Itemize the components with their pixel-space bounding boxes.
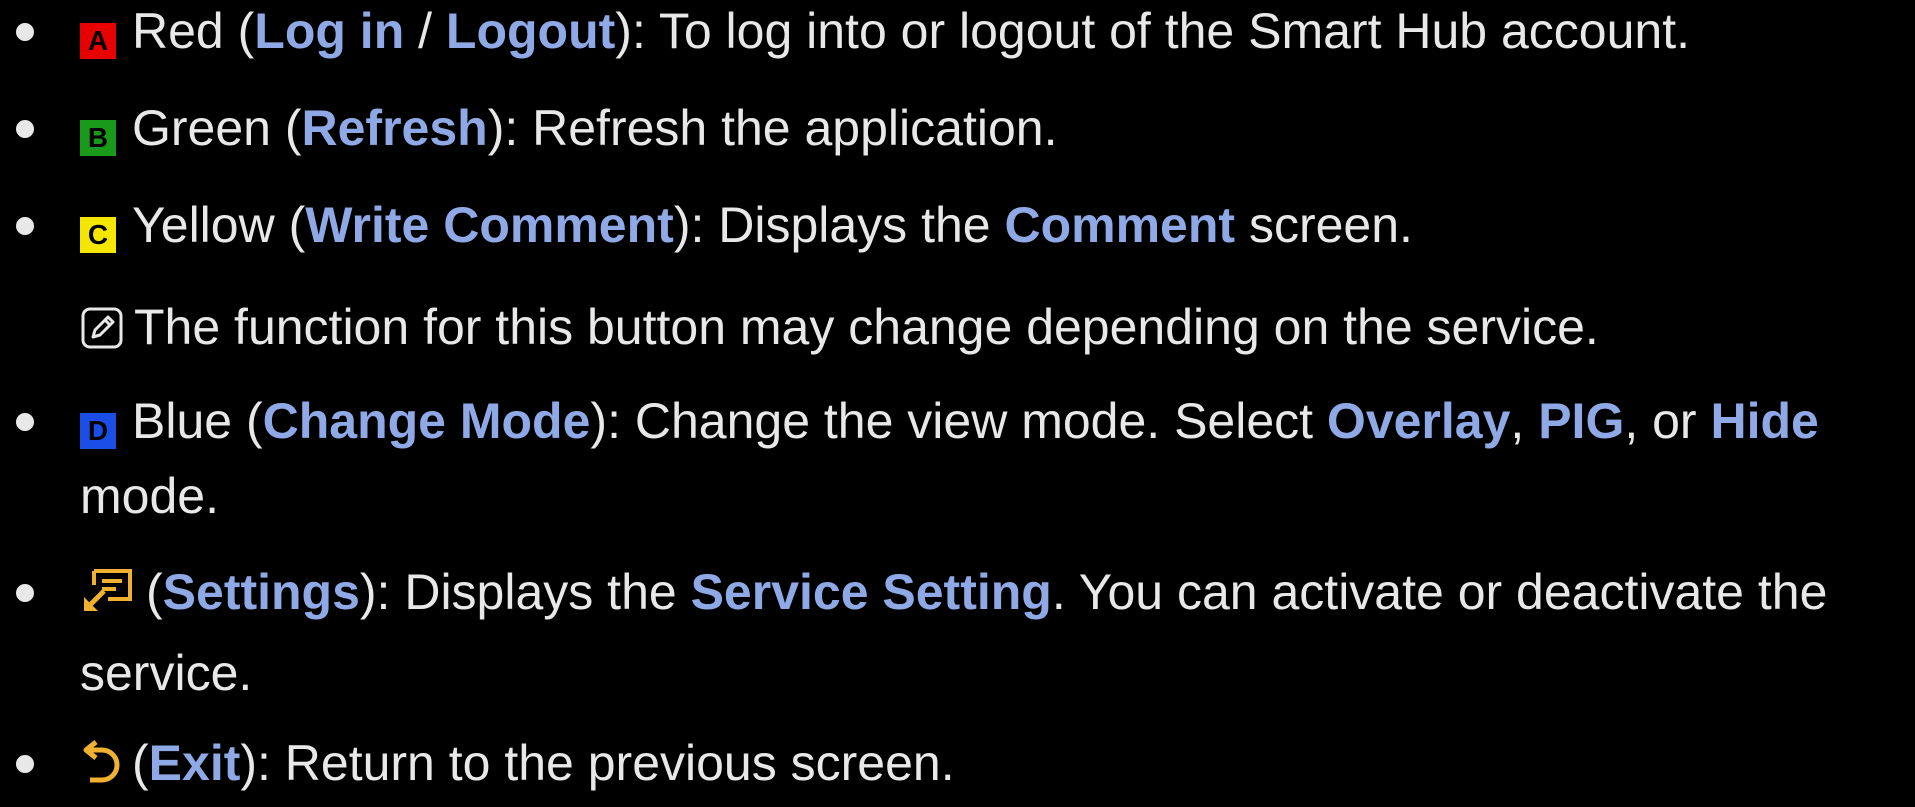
function-name-2: Logout (445, 3, 616, 59)
description: ): To log into or logout of the Smart Hu… (615, 3, 1690, 59)
manual-page: A Red (Log in / Logout): To log into or l… (0, 0, 1915, 791)
bullet (16, 755, 34, 773)
return-arrow-icon (80, 732, 122, 807)
color-name: Blue (132, 393, 233, 449)
note-text: The function for this button may change … (134, 299, 1599, 355)
blue-key-icon: D (80, 413, 116, 449)
function-name: Write Comment (305, 197, 674, 253)
yellow-key-icon: C (80, 217, 116, 253)
color-name: Yellow (132, 197, 275, 253)
red-key-icon: A (80, 23, 116, 59)
description: ): Refresh the application. (487, 100, 1058, 156)
color-name: Red (132, 3, 224, 59)
description: ): Return to the previous screen. (240, 735, 955, 791)
description: ): Displays the (359, 564, 691, 620)
function-name: Settings (162, 564, 360, 620)
option-overlay: Overlay (1326, 393, 1511, 449)
settings-icon (80, 561, 136, 636)
function-name: Log in (254, 3, 405, 59)
bullet (16, 413, 34, 431)
bullet (16, 217, 34, 235)
highlight-term: Comment (1004, 197, 1236, 253)
function-name: Change Mode (262, 393, 591, 449)
option-pig: PIG (1538, 393, 1625, 449)
note-line: The function for this button may change … (80, 290, 1599, 371)
function-name: Refresh (301, 100, 488, 156)
option-hide: Hide (1710, 393, 1819, 449)
color-name: Green (132, 100, 271, 156)
bullet (16, 23, 34, 41)
description: ): Displays the (673, 197, 1005, 253)
highlight-term: Service Setting (690, 564, 1052, 620)
green-key-icon: B (80, 120, 116, 156)
note-pencil-icon (80, 296, 124, 371)
bullet (16, 584, 34, 602)
bullet (16, 120, 34, 138)
description: ): Change the view mode. Select (590, 393, 1327, 449)
function-name: Exit (148, 735, 241, 791)
